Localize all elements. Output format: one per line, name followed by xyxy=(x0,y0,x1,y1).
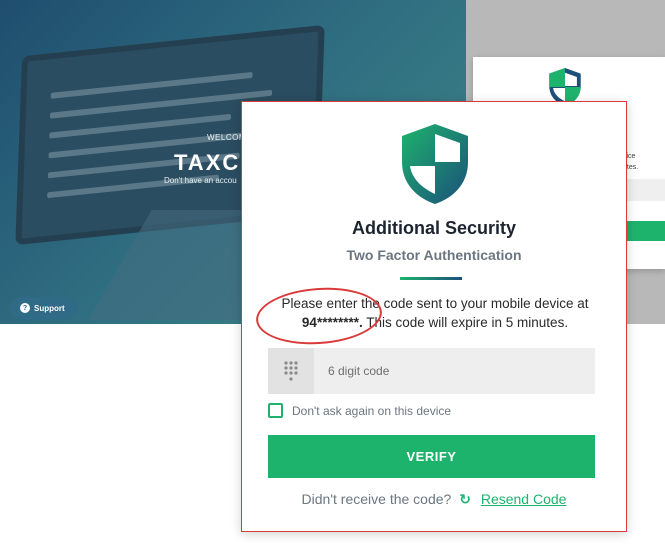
support-button[interactable]: ? Support xyxy=(10,297,77,319)
remember-device-label: Don't ask again on this device xyxy=(292,403,452,418)
resend-code-link[interactable]: Resend Code xyxy=(481,491,567,507)
code-input-group xyxy=(268,348,595,394)
resend-row: Didn't receive the code? ↻ Resend Code xyxy=(242,491,626,508)
verify-button[interactable]: VERIFY xyxy=(268,435,595,478)
two-factor-modal: Additional Security Two Factor Authentic… xyxy=(241,101,627,532)
support-label: Support xyxy=(34,303,65,313)
title-divider xyxy=(400,277,462,280)
signup-hint: Don't have an accou xyxy=(164,176,237,185)
message-suffix: This code will expire in 5 minutes. xyxy=(366,315,569,330)
keypad-icon xyxy=(268,348,314,394)
shield-icon xyxy=(402,124,468,204)
refresh-icon[interactable]: ↻ xyxy=(459,491,471,507)
background-card-button xyxy=(623,221,665,241)
remember-device-option[interactable]: Don't ask again on this device xyxy=(268,403,451,418)
modal-title: Additional Security xyxy=(351,218,517,238)
remember-device-checkbox[interactable] xyxy=(268,403,283,418)
background-card-input xyxy=(623,179,665,201)
resend-prompt: Didn't receive the code? xyxy=(301,491,452,507)
verification-code-input[interactable] xyxy=(314,348,595,394)
question-icon: ? xyxy=(20,303,30,313)
modal-subtitle: Two Factor Authentication xyxy=(346,247,522,263)
